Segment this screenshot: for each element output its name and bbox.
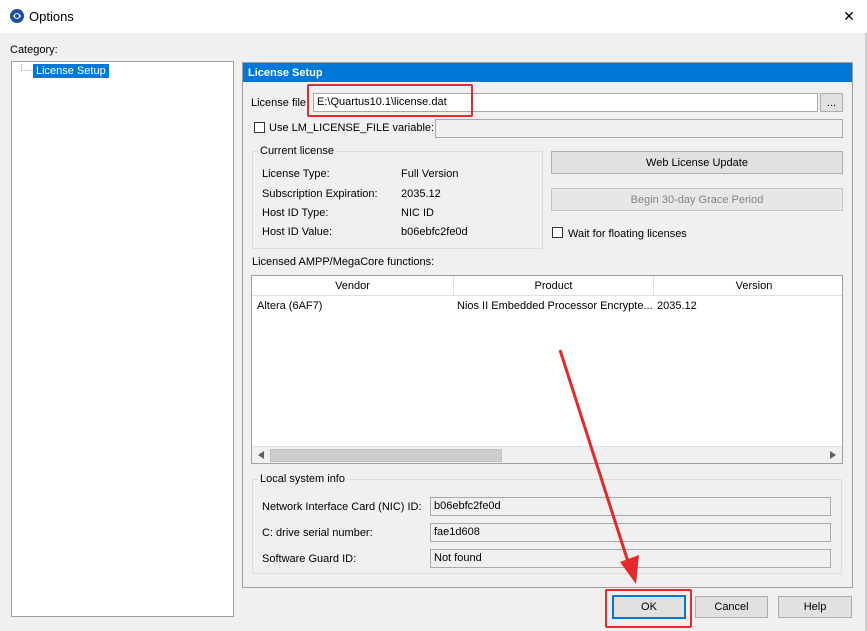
table-cell-version[interactable]: 2035.12 (657, 300, 837, 312)
use-lm-license-checkbox[interactable] (254, 122, 265, 133)
host-id-value-label: Host ID Value: (262, 226, 333, 238)
lm-license-input[interactable] (435, 119, 843, 138)
host-id-value: b06ebfc2fe0d (401, 226, 468, 238)
wait-floating-label: Wait for floating licenses (568, 228, 687, 240)
category-tree[interactable] (11, 61, 234, 617)
local-system-info-title: Local system info (258, 473, 347, 485)
subscription-expiration-value: 2035.12 (401, 188, 441, 200)
use-lm-license-label: Use LM_LICENSE_FILE variable: (269, 122, 435, 134)
help-button[interactable]: Help (778, 596, 852, 618)
column-header-version[interactable]: Version (654, 276, 842, 296)
software-guard-label: Software Guard ID: (262, 553, 357, 565)
scrollbar-thumb[interactable] (270, 449, 502, 462)
column-header-product[interactable]: Product (454, 276, 654, 296)
subscription-expiration-label: Subscription Expiration: (262, 188, 378, 200)
grace-period-button[interactable]: Begin 30-day Grace Period (551, 188, 843, 211)
nic-id-label: Network Interface Card (NIC) ID: (262, 501, 422, 513)
close-button[interactable]: ✕ (831, 0, 867, 33)
tree-connector-lines (17, 64, 33, 76)
table-cell-vendor[interactable]: Altera (6AF7) (257, 300, 452, 312)
scroll-left-icon[interactable] (252, 447, 269, 463)
license-file-label: License file: (251, 97, 310, 109)
host-id-type-label: Host ID Type: (262, 207, 329, 219)
window-title: Options (29, 9, 74, 24)
host-id-type-value: NIC ID (401, 207, 434, 219)
annotation-box-license-file (307, 84, 473, 117)
annotation-arrow (558, 349, 639, 584)
wait-floating-checkbox[interactable] (552, 227, 563, 238)
license-type-value: Full Version (401, 168, 459, 180)
license-type-label: License Type: (262, 168, 330, 180)
drive-serial-label: C: drive serial number: (262, 527, 373, 539)
column-header-vendor[interactable]: Vendor (252, 276, 454, 296)
cancel-button[interactable]: Cancel (695, 596, 768, 618)
close-icon: ✕ (843, 8, 855, 24)
title-bar (0, 0, 867, 33)
current-license-title: Current license (258, 145, 336, 157)
ampp-label: Licensed AMPP/MegaCore functions: (252, 256, 435, 268)
app-icon (9, 8, 25, 24)
scroll-right-icon[interactable] (824, 447, 841, 463)
web-license-update-button[interactable]: Web License Update (551, 151, 843, 174)
category-label: Category: (10, 44, 58, 56)
annotation-box-ok (605, 589, 692, 628)
table-cell-product[interactable]: Nios II Embedded Processor Encrypte... (457, 300, 652, 312)
panel-header: License Setup (243, 63, 852, 82)
tree-item-license-setup[interactable]: License Setup (33, 64, 109, 78)
browse-button[interactable]: ... (820, 93, 843, 112)
